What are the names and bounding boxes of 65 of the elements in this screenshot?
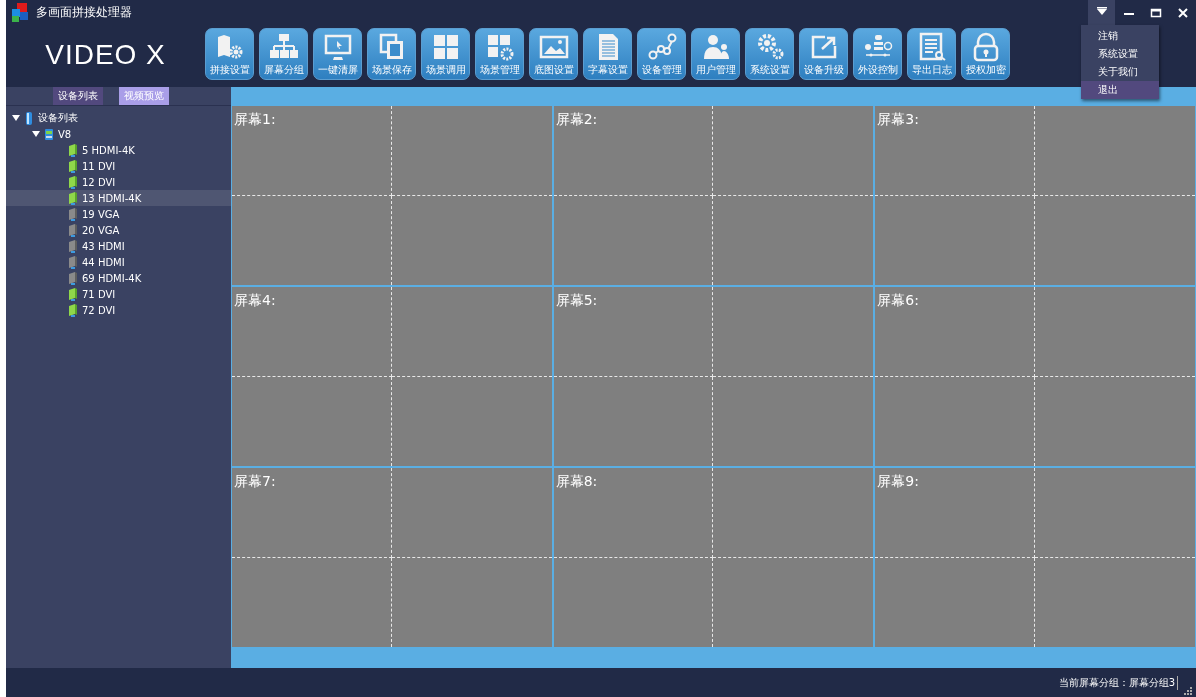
toolbar-button[interactable]: 设备升级 xyxy=(799,28,848,80)
tree-item-label[interactable]: 69 HDMI-4K xyxy=(82,272,142,284)
screen-label: 屏幕8: xyxy=(555,473,598,491)
screen-label: 屏幕5: xyxy=(555,292,598,310)
screen-panel[interactable]: 屏幕6: xyxy=(874,286,1196,467)
toolbar-button[interactable]: 导出日志 xyxy=(907,28,956,80)
screen-panel[interactable]: 屏幕2: xyxy=(552,105,875,286)
tree-item-label[interactable]: 71 DVI xyxy=(82,288,116,300)
toolbar-button[interactable]: 字幕设置 xyxy=(583,28,632,80)
screen-label: 屏幕4: xyxy=(234,292,276,310)
toolbar-button[interactable]: 场景保存 xyxy=(367,28,416,80)
tree-item-label[interactable]: 19 VGA xyxy=(82,208,120,220)
screen-panel[interactable]: 屏幕4: xyxy=(231,286,553,467)
screen-panel[interactable]: 屏幕1: xyxy=(231,105,553,286)
tree-item-label[interactable]: 12 DVI xyxy=(82,176,116,188)
selected-row-highlight[interactable]: 13 HDMI-4K xyxy=(6,190,231,206)
logo-text: VIDEO X xyxy=(45,39,166,71)
menu-item[interactable]: 关于我们 xyxy=(1081,63,1159,81)
tree-item-label[interactable]: 43 HDMI xyxy=(82,240,125,252)
connected-nodes-icon xyxy=(646,32,677,62)
menu-item[interactable]: 退出 xyxy=(1081,81,1159,99)
panel-tab[interactable]: 视频预览 xyxy=(119,87,169,105)
screen-panel[interactable]: 屏幕9: xyxy=(874,467,1196,648)
screen-label: 屏幕7: xyxy=(234,473,276,491)
monitor-icon xyxy=(322,32,353,62)
device-icon xyxy=(24,111,34,125)
close-icon[interactable] xyxy=(1175,5,1190,20)
screen-panel[interactable]: 屏幕7: xyxy=(231,467,553,648)
window-title: 多画面拼接处理器 xyxy=(36,4,132,21)
toolbar-button[interactable]: 授权加密 xyxy=(961,28,1010,80)
screen-panel[interactable]: 屏幕3: xyxy=(874,105,1196,286)
panel-tab[interactable]: 设备列表 xyxy=(53,87,103,105)
toolbar-button[interactable]: 场景管理 xyxy=(475,28,524,80)
screen-panel[interactable]: 屏幕8: xyxy=(552,467,875,648)
menu-item[interactable]: 系统设置 xyxy=(1081,45,1159,63)
tree-item-label[interactable]: 13 HDMI-4K xyxy=(82,192,142,204)
tree-item-label[interactable]: 20 VGA xyxy=(82,224,120,236)
toolbar-button[interactable]: 外设控制 xyxy=(853,28,902,80)
tree-item-label[interactable]: 72 DVI xyxy=(82,304,116,316)
toolbar-button[interactable]: 场景调用 xyxy=(421,28,470,80)
screen-label: 屏幕9: xyxy=(877,473,919,491)
toolbar-button[interactable]: 用户管理 xyxy=(691,28,740,80)
screen-label: 屏幕3: xyxy=(877,111,919,129)
expand-caret-icon[interactable] xyxy=(12,114,20,122)
tree-item-label[interactable]: V8 xyxy=(58,128,72,140)
toolbar-button[interactable]: 底图设置 xyxy=(529,28,578,80)
toolbar-button[interactable]: 系统设置 xyxy=(745,28,794,80)
toolbar-button[interactable]: 屏幕分组 xyxy=(259,28,308,80)
screen-label: 屏幕1: xyxy=(234,111,276,129)
device-icon xyxy=(44,127,54,141)
screen-panel[interactable]: 屏幕5: xyxy=(552,286,875,467)
toolbar-button[interactable]: 拼接设置 xyxy=(205,28,254,80)
resize-grip-icon[interactable] xyxy=(1182,685,1192,695)
menu-item[interactable]: 注销 xyxy=(1081,27,1159,45)
expand-caret-icon[interactable] xyxy=(32,130,40,138)
toolbar-button[interactable]: 设备管理 xyxy=(637,28,686,80)
status-text: 当前屏幕分组：屏幕分组3 xyxy=(1058,675,1178,690)
tree-item-label[interactable]: 5 HDMI-4K xyxy=(82,144,135,156)
screen-label: 屏幕2: xyxy=(555,111,598,129)
app-logo-icon xyxy=(10,2,30,23)
tree-item-label[interactable]: 设备列表 xyxy=(38,111,78,125)
tree-item-label[interactable]: 44 HDMI xyxy=(82,256,125,268)
screen-label: 屏幕6: xyxy=(877,292,919,310)
toolbar-button[interactable]: 一键清屏 xyxy=(313,28,362,80)
tree-item-label[interactable]: 11 DVI xyxy=(82,160,116,172)
